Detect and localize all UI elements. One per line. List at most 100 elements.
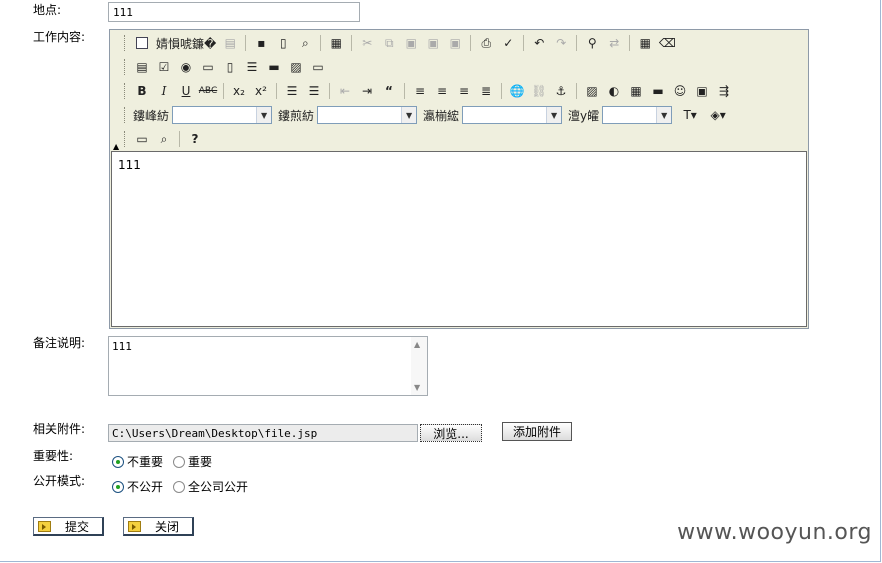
- remove-format-icon[interactable]: ⌫: [657, 33, 677, 53]
- toolbar-row-5: ▭ ⌕ ?: [124, 128, 206, 150]
- link-icon[interactable]: 🌐: [507, 81, 527, 101]
- new-page-icon[interactable]: ▯: [273, 33, 293, 53]
- select-field-icon[interactable]: ☰: [242, 57, 262, 77]
- help-icon[interactable]: ?: [185, 129, 205, 149]
- italic-icon[interactable]: I: [154, 81, 174, 101]
- importance-option-label: 重要: [188, 455, 213, 469]
- textfield-icon[interactable]: ▭: [198, 57, 218, 77]
- collapse-toolbar-icon[interactable]: ▲: [113, 142, 119, 151]
- maximize-icon[interactable]: ▭: [132, 129, 152, 149]
- paste-icon[interactable]: ▣: [401, 33, 421, 53]
- align-center-icon[interactable]: ≡: [432, 81, 452, 101]
- radio-icon[interactable]: ◉: [176, 57, 196, 77]
- horizontal-rule-icon[interactable]: ▬: [648, 81, 668, 101]
- public-private-radio[interactable]: [112, 480, 124, 493]
- undo-icon[interactable]: ↶: [529, 33, 549, 53]
- toolbar-row-2: ▤ ☑ ◉ ▭ ▯ ☰ ▬ ▨ ▭: [124, 56, 329, 78]
- indent-icon[interactable]: ⇥: [357, 81, 377, 101]
- superscript-icon[interactable]: x²: [251, 81, 271, 101]
- anchor-icon[interactable]: ⚓: [551, 81, 571, 101]
- print-icon[interactable]: ⎙: [476, 33, 496, 53]
- chevron-down-icon: ▼: [401, 107, 417, 123]
- chevron-down-icon: ▼: [656, 107, 672, 123]
- checkbox-icon[interactable]: ☑: [154, 57, 174, 77]
- doc-props-icon[interactable]: ▤: [220, 33, 240, 53]
- strike-icon[interactable]: ABC: [198, 81, 218, 101]
- rich-text-editor: 婧愪唬鐮� ▤ ▪ ▯ ⌕ ▦ ✂ ⧉ ▣ ▣ ▣ ⎙ ✓ ↶ ↷ ⚲ ⇄ ▦ …: [109, 29, 809, 329]
- content-label: 工作内容:: [33, 30, 86, 44]
- toolbar-grip: [124, 83, 128, 99]
- hidden-field-icon[interactable]: ▭: [308, 57, 328, 77]
- align-justify-icon[interactable]: ≣: [476, 81, 496, 101]
- paste-text-icon[interactable]: ▣: [423, 33, 443, 53]
- font-select[interactable]: ▼: [462, 106, 563, 124]
- chevron-down-icon: ▼: [546, 107, 562, 123]
- textarea-icon[interactable]: ▯: [220, 57, 240, 77]
- smiley-icon[interactable]: ☺: [670, 81, 690, 101]
- flash-icon[interactable]: ◐: [604, 81, 624, 101]
- submit-button[interactable]: 提交: [33, 517, 104, 536]
- arrow-right-icon: [38, 520, 51, 532]
- select-all-icon[interactable]: ▦: [635, 33, 655, 53]
- image-button-icon[interactable]: ▨: [286, 57, 306, 77]
- chevron-down-icon: ▼: [256, 107, 272, 123]
- copy-icon[interactable]: ⧉: [379, 33, 399, 53]
- bulleted-list-icon[interactable]: ☰: [304, 81, 324, 101]
- numbered-list-icon[interactable]: ☰: [282, 81, 302, 101]
- remark-value: 111: [112, 340, 132, 353]
- toolbar-row-4: 鏤峰紡 ▼ 鏤煎紡 ▼ 瀛椾綋 ▼ 澶у皬 ▼ T▾ ◈▾: [124, 104, 732, 126]
- replace-icon[interactable]: ⇄: [604, 33, 624, 53]
- remark-label: 备注说明:: [33, 336, 86, 350]
- source-icon[interactable]: [132, 33, 152, 53]
- table-icon[interactable]: ▦: [626, 81, 646, 101]
- redo-icon[interactable]: ↷: [551, 33, 571, 53]
- blockquote-icon[interactable]: “: [379, 81, 399, 101]
- scroll-down-icon[interactable]: ▼: [414, 383, 420, 392]
- importance-important-radio[interactable]: [173, 455, 186, 468]
- toolbar-grip: [124, 131, 128, 147]
- browse-button[interactable]: 浏览...: [420, 424, 482, 442]
- bold-icon[interactable]: B: [132, 81, 152, 101]
- public-company-radio[interactable]: [173, 480, 186, 493]
- remark-textarea[interactable]: 111 ▲ ▼: [108, 336, 428, 396]
- style-label: 鏤峰紡: [133, 108, 170, 123]
- outdent-icon[interactable]: ⇤: [335, 81, 355, 101]
- show-blocks-icon[interactable]: ⌕: [154, 129, 174, 149]
- underline-icon[interactable]: U: [176, 81, 196, 101]
- watermark: www.wooyun.org: [677, 520, 872, 545]
- button-field-icon[interactable]: ▬: [264, 57, 284, 77]
- size-select[interactable]: ▼: [602, 106, 673, 124]
- align-right-icon[interactable]: ≡: [454, 81, 474, 101]
- source-button[interactable]: 婧愪唬鐮�: [153, 35, 219, 52]
- subscript-icon[interactable]: x₂: [229, 81, 249, 101]
- editor-content-area[interactable]: 111: [111, 151, 807, 327]
- close-label: 关闭: [155, 519, 180, 534]
- spellcheck-icon[interactable]: ✓: [498, 33, 518, 53]
- cut-icon[interactable]: ✂: [357, 33, 377, 53]
- find-icon[interactable]: ⚲: [582, 33, 602, 53]
- close-button[interactable]: 关闭: [123, 517, 194, 536]
- toolbar-grip: [124, 107, 128, 123]
- importance-not-important-radio[interactable]: [112, 455, 124, 468]
- bg-color-icon[interactable]: ◈▾: [705, 105, 731, 125]
- scroll-up-icon[interactable]: ▲: [414, 340, 420, 349]
- attachment-label: 相关附件:: [33, 422, 86, 436]
- format-select[interactable]: ▼: [317, 106, 418, 124]
- remark-scrollbar[interactable]: ▲ ▼: [411, 337, 427, 395]
- special-char-icon[interactable]: ▣: [692, 81, 712, 101]
- paste-word-icon[interactable]: ▣: [445, 33, 465, 53]
- add-attachment-button[interactable]: 添加附件: [502, 422, 572, 441]
- unlink-icon[interactable]: ⛓: [529, 81, 549, 101]
- image-icon[interactable]: ▨: [582, 81, 602, 101]
- form-icon[interactable]: ▤: [132, 57, 152, 77]
- save-icon[interactable]: ▪: [251, 33, 271, 53]
- importance-option-label: 不重要: [127, 455, 164, 469]
- location-input[interactable]: 111: [108, 2, 360, 22]
- preview-icon[interactable]: ⌕: [295, 33, 315, 53]
- attachment-path-input[interactable]: C:\Users\Dream\Desktop\file.jsp: [108, 424, 418, 442]
- text-color-icon[interactable]: T▾: [677, 105, 703, 125]
- templates-icon[interactable]: ▦: [326, 33, 346, 53]
- page-break-icon[interactable]: ⇶: [714, 81, 734, 101]
- align-left-icon[interactable]: ≡: [410, 81, 430, 101]
- style-select[interactable]: ▼: [172, 106, 273, 124]
